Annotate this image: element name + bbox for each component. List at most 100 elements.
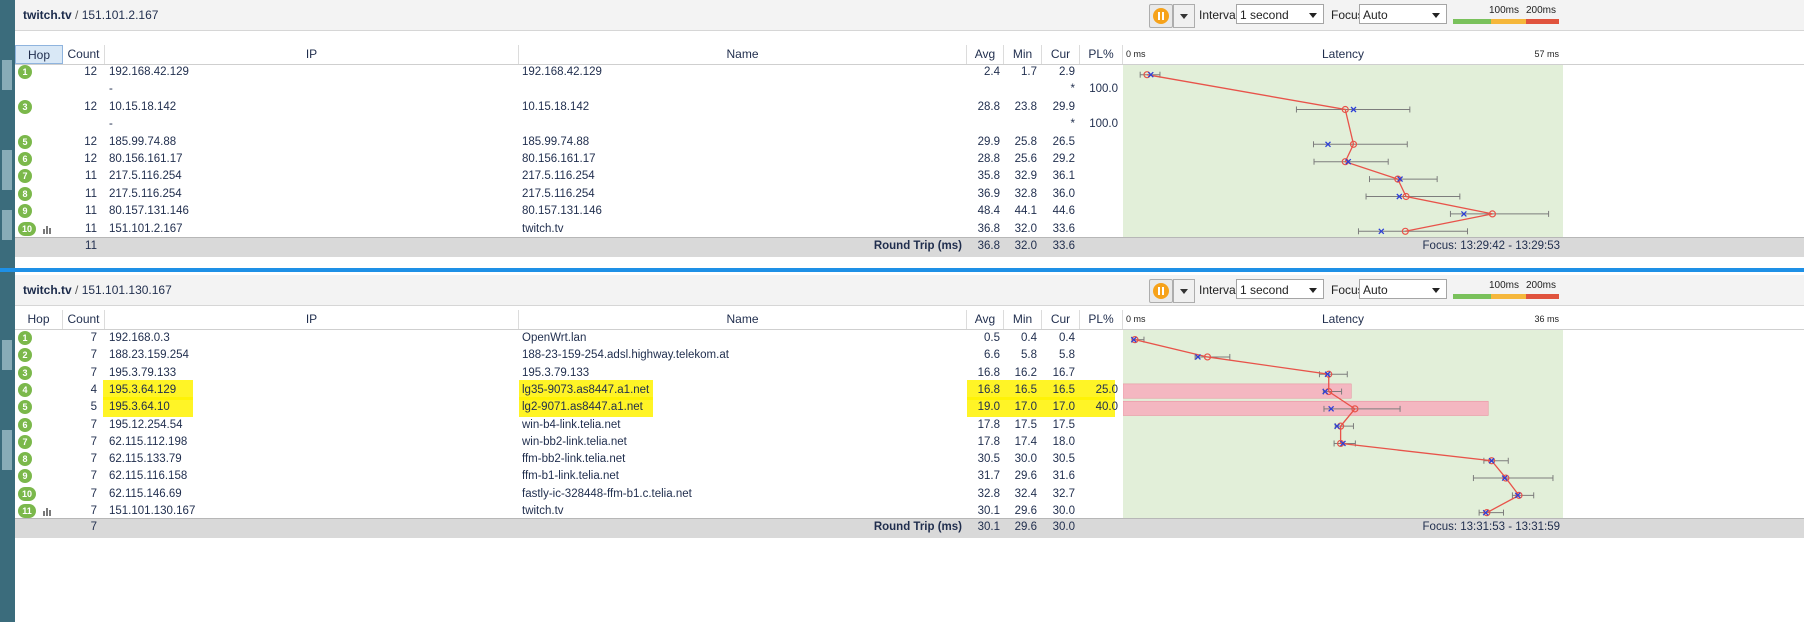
- col-pl[interactable]: PL%: [1080, 45, 1123, 64]
- hop-ip: 62.115.133.79: [109, 453, 182, 466]
- col-cur[interactable]: Cur: [1042, 310, 1080, 329]
- table-row[interactable]: 8 11 217.5.116.254 217.5.116.254 36.9 32.8 36.…: [15, 186, 1125, 203]
- interval-select[interactable]: 1 second: [1236, 4, 1324, 24]
- latency-chart: [1123, 330, 1563, 518]
- options-dropdown-button[interactable]: [1173, 4, 1195, 28]
- footer-cur: 33.6: [1052, 240, 1075, 252]
- hop-ip: 80.157.131.146: [109, 205, 189, 218]
- hop-cur: *: [1070, 118, 1075, 131]
- hop-ip: 195.3.64.10: [109, 401, 170, 414]
- interval-select[interactable]: 1 second: [1236, 279, 1324, 299]
- focus-select[interactable]: Auto: [1359, 4, 1447, 24]
- footer-avg: 36.8: [977, 240, 1000, 252]
- hop-ip: 192.168.42.129: [109, 66, 189, 78]
- round-trip-label: Round Trip (ms): [873, 240, 962, 252]
- col-min[interactable]: Min: [1004, 45, 1042, 64]
- table-row[interactable]: 1 12 192.168.42.129 192.168.42.129 2.4 1.7 2.9: [15, 64, 1125, 81]
- hop-pl: [1080, 434, 1118, 451]
- hop-cur: 36.1: [1052, 170, 1075, 183]
- table-row[interactable]: - * 100.0: [15, 81, 1125, 98]
- pause-button[interactable]: [1149, 279, 1173, 303]
- table-row[interactable]: 6 7 195.12.254.54 win-b4-link.telia.net 17.8…: [15, 417, 1125, 434]
- col-avg[interactable]: Avg: [967, 45, 1004, 64]
- hop-ip: 217.5.116.254: [109, 187, 182, 200]
- table-row[interactable]: 10 11 151.101.2.167 twitch.tv 36.8 32.0 33.6: [15, 221, 1125, 238]
- hop-count: [63, 116, 97, 133]
- table-row[interactable]: 3 12 10.15.18.142 10.15.18.142 28.8 23.8 29.9: [15, 99, 1125, 116]
- col-avg[interactable]: Avg: [967, 310, 1004, 329]
- table-row[interactable]: 2 7 188.23.159.254 188-23-159-254.adsl.high…: [15, 347, 1125, 364]
- table-row[interactable]: 1 7 192.168.0.3 OpenWrt.lan 0.5 0.4 0.4: [15, 330, 1125, 347]
- hop-min: 25.8: [1014, 135, 1037, 148]
- col-cur[interactable]: Cur: [1042, 45, 1080, 64]
- col-latency[interactable]: 0 ms Latency 36 ms: [1123, 310, 1563, 329]
- hop-min: 32.4: [1014, 487, 1037, 500]
- table-row[interactable]: 9 7 62.115.116.158 ffm-b1-link.telia.net 31.…: [15, 468, 1125, 485]
- table-row[interactable]: 9 11 80.157.131.146 80.157.131.146 48.4 44.1 4…: [15, 203, 1125, 220]
- bar-chart-icon[interactable]: [43, 507, 53, 516]
- hop-avg: 28.8: [977, 100, 1000, 113]
- hop-name: ffm-bb2-link.telia.net: [522, 453, 626, 466]
- pause-button[interactable]: [1149, 4, 1173, 28]
- col-pl[interactable]: PL%: [1080, 310, 1123, 329]
- hop-cur: 17.5: [1052, 418, 1075, 431]
- panel-toolbar: twitch.tv / 151.101.130.167 Interval 1 s…: [15, 275, 1804, 306]
- hop-cur: 31.6: [1052, 470, 1075, 483]
- focus-range: Focus: 13:31:53 - 13:31:59: [1422, 521, 1560, 533]
- table-row[interactable]: 7 7 62.115.112.198 win-bb2-link.telia.net 17…: [15, 434, 1125, 451]
- hop-name: 80.157.131.146: [522, 205, 602, 218]
- col-min[interactable]: Min: [1004, 310, 1042, 329]
- hop-count: 11: [85, 205, 97, 218]
- latency-max-label: 36 ms: [1534, 314, 1559, 324]
- bar-chart-icon[interactable]: [43, 225, 53, 234]
- hop-badge: 9: [18, 469, 32, 484]
- col-name[interactable]: Name: [519, 45, 967, 64]
- focus-select[interactable]: Auto: [1359, 279, 1447, 299]
- hop-name: win-b4-link.telia.net: [522, 418, 621, 431]
- hop-cur: 29.9: [1052, 100, 1075, 113]
- round-trip-footer: 7 Round Trip (ms) 30.1 29.6 30.0 Focus: …: [15, 518, 1804, 538]
- options-dropdown-button[interactable]: [1173, 279, 1195, 303]
- hop-min: 32.8: [1014, 187, 1037, 200]
- hop-badge: 10: [18, 221, 36, 236]
- table-row[interactable]: 5 5 195.3.64.10 lg2-9071.as8447.a1.net 19.0 1…: [15, 397, 1125, 418]
- hop-count: 7: [90, 349, 97, 362]
- table-row[interactable]: - * 100.0: [15, 116, 1125, 133]
- hop-pl: [1080, 451, 1118, 468]
- hop-cur: 17.0: [1052, 401, 1075, 414]
- col-name[interactable]: Name: [519, 310, 967, 329]
- col-hop[interactable]: Hop: [15, 310, 63, 329]
- table-row[interactable]: 7 11 217.5.116.254 217.5.116.254 35.8 32.9 36.…: [15, 168, 1125, 185]
- latency-graph: [1123, 336, 1554, 517]
- round-trip-label: Round Trip (ms): [873, 521, 962, 533]
- interval-label: Interval: [1199, 8, 1239, 22]
- hop-cur: 26.5: [1052, 135, 1075, 148]
- hop-badge: 8: [18, 186, 32, 201]
- hop-badge: 2: [18, 348, 32, 363]
- hop-badge: 11: [18, 504, 36, 518]
- hop-cur: 2.9: [1059, 66, 1075, 78]
- hop-avg: 6.6: [984, 349, 1000, 362]
- col-count[interactable]: Count: [63, 45, 105, 64]
- col-hop[interactable]: Hop: [15, 45, 63, 64]
- table-row[interactable]: 6 12 80.156.161.17 80.156.161.17 28.8 25.6 29.…: [15, 151, 1125, 168]
- col-ip[interactable]: IP: [105, 310, 519, 329]
- table-row[interactable]: 8 7 62.115.133.79 ffm-bb2-link.telia.net 30.…: [15, 451, 1125, 468]
- chevron-down-icon: [1432, 288, 1440, 293]
- desktop-background: [0, 0, 15, 622]
- col-ip[interactable]: IP: [105, 45, 519, 64]
- latency-scale-legend: 100ms 200ms: [1453, 5, 1573, 25]
- hop-cur: 30.5: [1052, 453, 1075, 466]
- table-row[interactable]: 10 7 62.115.146.69 fastly-ic-328448-ffm-b1.…: [15, 486, 1125, 503]
- latency-max-label: 57 ms: [1534, 49, 1559, 59]
- hop-count: 11: [85, 170, 97, 183]
- col-latency[interactable]: 0 ms Latency 57 ms: [1123, 45, 1563, 64]
- scale-200ms: 200ms: [1526, 5, 1557, 16]
- col-count[interactable]: Count: [63, 310, 105, 329]
- hop-badge: 3: [18, 99, 32, 114]
- hop-pl: [1080, 347, 1118, 364]
- hop-ip: 62.115.146.69: [109, 487, 182, 500]
- table-row[interactable]: 5 12 185.99.74.88 185.99.74.88 29.9 25.8 26.5: [15, 134, 1125, 151]
- hop-ip: 188.23.159.254: [109, 349, 189, 362]
- hop-pl: [1080, 417, 1118, 434]
